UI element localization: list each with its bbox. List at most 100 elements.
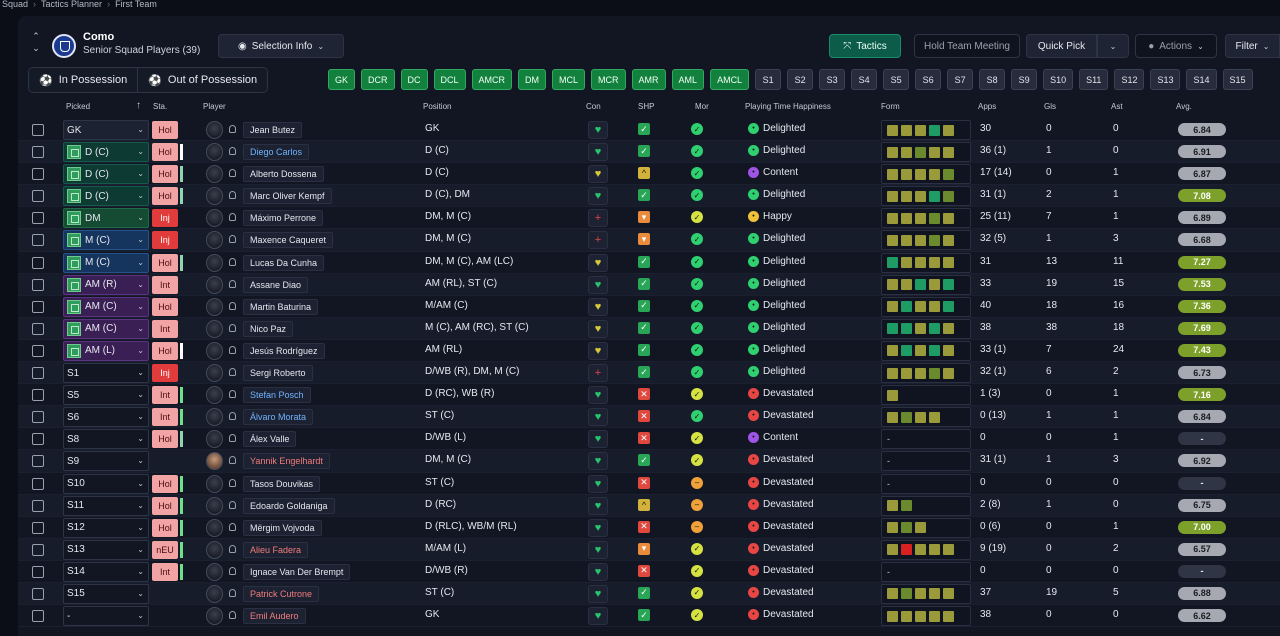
sub-chip[interactable]: S1	[755, 69, 782, 90]
sub-chip[interactable]: S2	[787, 69, 814, 90]
select-checkbox[interactable]	[32, 587, 44, 600]
lock-icon[interactable]	[229, 345, 236, 354]
sub-chip[interactable]: S8	[979, 69, 1006, 90]
lock-icon[interactable]	[229, 213, 236, 222]
col-apps[interactable]: Apps	[978, 102, 996, 111]
filter-button[interactable]: Filter ⌄	[1225, 34, 1280, 58]
select-checkbox[interactable]	[32, 610, 44, 623]
position-chip[interactable]: MCL	[552, 69, 586, 90]
picked-dropdown[interactable]: AM (R) ⌄	[63, 274, 149, 295]
sub-chip[interactable]: S4	[851, 69, 878, 90]
lock-icon[interactable]	[229, 147, 236, 156]
sort-arrow-icon[interactable]: ↑	[136, 100, 141, 111]
player-name-link[interactable]: Emil Audero	[243, 608, 306, 625]
player-name-link[interactable]: Assane Diao	[243, 276, 309, 293]
player-name-link[interactable]: Ignace Van Der Brempt	[243, 563, 351, 580]
picked-dropdown[interactable]: M (C) ⌄	[63, 230, 149, 251]
col-gls[interactable]: Gls	[1044, 102, 1056, 111]
select-checkbox[interactable]	[32, 433, 44, 446]
sub-chip[interactable]: S14	[1186, 69, 1217, 90]
player-name-link[interactable]: Stefan Posch	[243, 387, 311, 404]
player-name-link[interactable]: Yannik Engelhardt	[243, 453, 330, 470]
player-name-link[interactable]: Edoardo Goldaniga	[243, 497, 335, 514]
lock-icon[interactable]	[229, 412, 236, 421]
select-checkbox[interactable]	[32, 499, 44, 512]
table-row[interactable]: AM (R) ⌄ Int Assane Diao AM (RL), ST (C) ♥ ✓ ✓ •…	[18, 273, 1280, 296]
table-row[interactable]: S11 ⌄ Hol Edoardo Goldaniga D (RC) ♥ ^ – • Devast…	[18, 494, 1280, 517]
select-checkbox[interactable]	[32, 256, 44, 269]
select-checkbox[interactable]	[32, 234, 44, 247]
table-row[interactable]: AM (C) ⌄ Hol Martin Baturina M/AM (C) ♥ ✓ ✓ • Del…	[18, 296, 1280, 318]
table-row[interactable]: AM (L) ⌄ Hol Jesús Rodríguez AM (RL) ♥ ✓ ✓ • Deli…	[18, 340, 1280, 363]
select-checkbox[interactable]	[32, 300, 44, 313]
table-row[interactable]: S10 ⌄ Hol Tasos Douvikas ST (C) ♥ ✕ – • Devastate…	[18, 473, 1280, 495]
select-checkbox[interactable]	[32, 322, 44, 335]
table-row[interactable]: D (C) ⌄ Hol Marc Oliver Kempf D (C), DM ♥ ✓ ✓ • D…	[18, 185, 1280, 208]
col-form[interactable]: Form	[881, 102, 900, 111]
table-row[interactable]: M (C) ⌄ Hol Lucas Da Cunha DM, M (C), AM (LC…	[18, 252, 1280, 274]
lock-icon[interactable]	[229, 500, 236, 509]
picked-dropdown[interactable]: S13 ⌄	[63, 539, 149, 560]
position-chip[interactable]: AMCR	[471, 69, 513, 90]
sub-chip[interactable]: S15	[1222, 69, 1253, 90]
player-name-link[interactable]: Mërgim Vojvoda	[243, 519, 322, 536]
select-checkbox[interactable]	[32, 146, 44, 159]
lock-icon[interactable]	[229, 566, 236, 575]
col-pth[interactable]: Playing Time Happiness	[745, 102, 831, 111]
player-name-link[interactable]: Maxence Caqueret	[243, 232, 334, 249]
picked-dropdown[interactable]: S15 ⌄	[63, 583, 149, 604]
position-chip[interactable]: MCR	[591, 69, 626, 90]
col-position[interactable]: Position	[423, 102, 451, 111]
select-checkbox[interactable]	[32, 367, 44, 380]
table-row[interactable]: AM (C) ⌄ Int Nico Paz M (C), AM (RC), ST (C)…	[18, 317, 1280, 340]
player-name-link[interactable]: Jean Butez	[243, 122, 303, 138]
picked-dropdown[interactable]: AM (L) ⌄	[63, 340, 149, 361]
picked-dropdown[interactable]: M (C) ⌄	[63, 252, 149, 273]
picked-dropdown[interactable]: S9 ⌄	[63, 451, 149, 472]
table-row[interactable]: S8 ⌄ Hol Álex Valle D/WB (L) ♥ ✕ ✓ • Content - 0 0 1 -	[18, 428, 1280, 451]
select-checkbox[interactable]	[32, 543, 44, 556]
picked-dropdown[interactable]: S14 ⌄	[63, 561, 149, 582]
lock-icon[interactable]	[229, 301, 236, 310]
quick-pick-dropdown[interactable]: ⌄	[1097, 34, 1129, 58]
player-name-link[interactable]: Nico Paz	[243, 320, 294, 337]
picked-dropdown[interactable]: AM (C) ⌄	[63, 318, 149, 339]
quick-pick-button[interactable]: Quick Pick	[1026, 34, 1097, 58]
picked-dropdown[interactable]: D (C) ⌄	[63, 164, 149, 185]
sub-chip[interactable]: S10	[1043, 69, 1074, 90]
picked-dropdown[interactable]: S6 ⌄	[63, 407, 149, 428]
picked-dropdown[interactable]: DM ⌄	[63, 208, 149, 229]
select-checkbox[interactable]	[32, 124, 44, 136]
position-chip[interactable]: AMCL	[710, 69, 750, 90]
lock-icon[interactable]	[229, 257, 236, 266]
col-shp[interactable]: SHP	[638, 102, 654, 111]
col-picked[interactable]: Picked	[66, 102, 90, 111]
sub-chip[interactable]: S13	[1150, 69, 1181, 90]
player-name-link[interactable]: Jesús Rodríguez	[243, 342, 325, 359]
col-sta[interactable]: Sta.	[153, 102, 167, 111]
picked-dropdown[interactable]: S12 ⌄	[63, 517, 149, 538]
lock-icon[interactable]	[229, 544, 236, 553]
breadcrumb-tactics[interactable]: Tactics Planner	[41, 0, 102, 10]
col-avg[interactable]: Avg.	[1176, 102, 1192, 111]
lock-icon[interactable]	[229, 390, 236, 399]
select-checkbox[interactable]	[32, 212, 44, 225]
player-name-link[interactable]: Patrick Cutrone	[243, 585, 320, 602]
select-checkbox[interactable]	[32, 521, 44, 534]
player-name-link[interactable]: Alieu Fadera	[243, 541, 309, 558]
lock-icon[interactable]	[229, 279, 236, 288]
picked-dropdown[interactable]: S1 ⌄	[63, 363, 149, 384]
table-row[interactable]: DM ⌄ Inj Máximo Perrone DM, M (C) + ▾ ✓ • Happy 25…	[18, 207, 1280, 230]
table-row[interactable]: S5 ⌄ Int Stefan Posch D (RC), WB (R) ♥ ✕ ✓ • Deva…	[18, 384, 1280, 407]
lock-icon[interactable]	[229, 522, 236, 531]
select-checkbox[interactable]	[32, 565, 44, 578]
lock-icon[interactable]	[229, 191, 236, 200]
sub-chip[interactable]: S11	[1079, 69, 1109, 90]
picked-dropdown[interactable]: S10 ⌄	[63, 473, 149, 494]
picked-dropdown[interactable]: S11 ⌄	[63, 495, 149, 516]
select-checkbox[interactable]	[32, 477, 44, 490]
lock-icon[interactable]	[229, 456, 236, 465]
position-chip[interactable]: AML	[671, 69, 705, 90]
sub-chip[interactable]: S12	[1114, 69, 1145, 90]
table-row[interactable]: M (C) ⌄ Inj Maxence Caqueret DM, M (C) + ▾ ✓ • De…	[18, 229, 1280, 252]
